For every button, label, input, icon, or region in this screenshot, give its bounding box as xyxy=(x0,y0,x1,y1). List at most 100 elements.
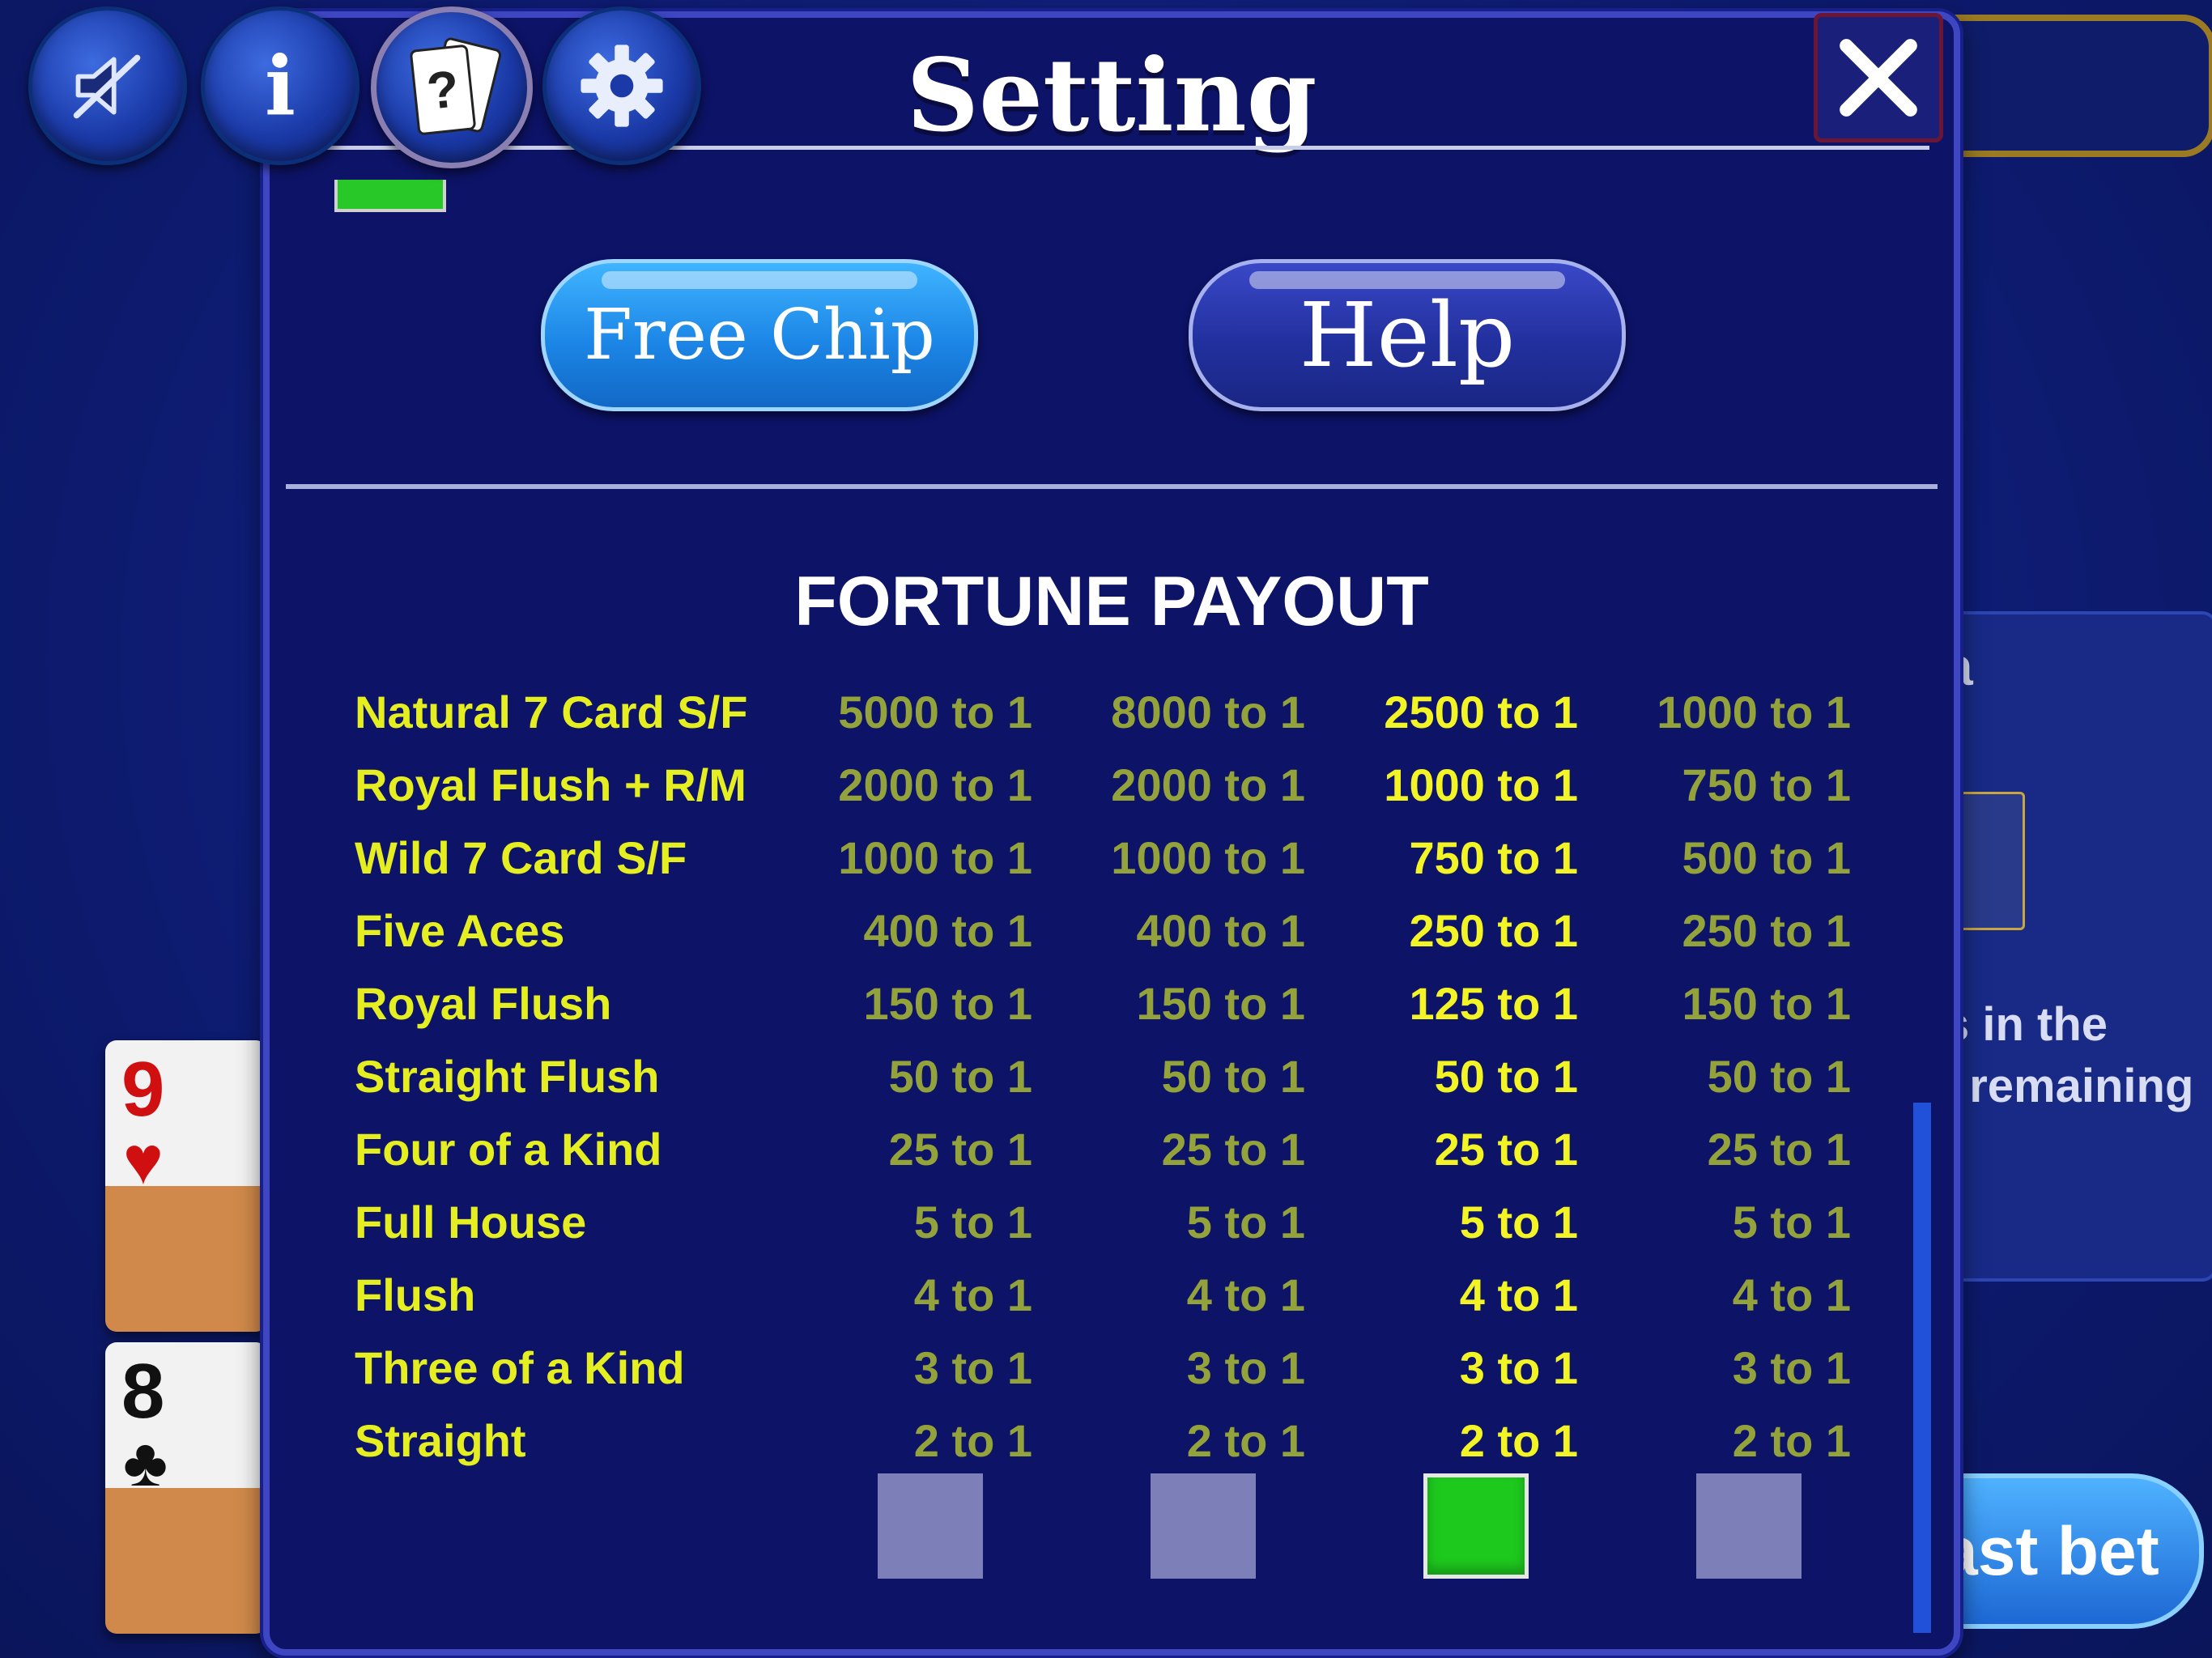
hand-name: Five Aces xyxy=(355,904,565,956)
payout-value: 2000 to 1 xyxy=(1111,759,1305,810)
table-row: Royal Flush 150 to 1 150 to 1 125 to 1 150 t… xyxy=(355,967,1851,1039)
settings-dialog: Setting Free Chip Help FORTUNE PAYOUT Na… xyxy=(263,11,1960,1656)
table-row: Natural 7 Card S/F 5000 to 1 8000 to 1 2500… xyxy=(355,675,1851,748)
close-button[interactable] xyxy=(1814,13,1943,142)
hand-name: Royal Flush + R/M xyxy=(355,759,747,810)
payout-value: 1000 to 1 xyxy=(1657,686,1851,738)
option-checkbox[interactable] xyxy=(334,180,446,212)
info-button[interactable]: i xyxy=(201,6,359,165)
payout-value: 400 to 1 xyxy=(863,904,1032,956)
payout-value: 5000 to 1 xyxy=(838,686,1032,738)
title-divider xyxy=(294,146,1929,150)
payout-value: 8000 to 1 xyxy=(1111,686,1305,738)
payout-value: 2 to 1 xyxy=(913,1414,1032,1466)
table-row: Straight 2 to 1 2 to 1 2 to 1 2 to 1 xyxy=(355,1404,1851,1477)
payout-value: 2 to 1 xyxy=(1186,1414,1305,1466)
table-row: Straight Flush 50 to 1 50 to 1 50 to 1 50 to… xyxy=(355,1039,1851,1112)
payout-value: 2 to 1 xyxy=(1459,1414,1578,1466)
payout-table: Natural 7 Card S/F 5000 to 1 8000 to 1 2500… xyxy=(355,675,1851,1477)
last-bet-label: ast bet xyxy=(1940,1513,2159,1589)
gear-icon xyxy=(581,45,663,127)
payout-value: 750 to 1 xyxy=(1682,759,1851,810)
club-suit-icon: ♣ xyxy=(123,1424,168,1500)
payout-title: FORTUNE PAYOUT xyxy=(794,563,1429,640)
payout-value: 3 to 1 xyxy=(913,1341,1032,1393)
side-panel-text: l remaining xyxy=(1943,1060,2194,1112)
mute-button[interactable] xyxy=(28,6,187,165)
payout-value: 5 to 1 xyxy=(1459,1196,1578,1248)
payout-value: 4 to 1 xyxy=(913,1269,1032,1320)
payout-value: 125 to 1 xyxy=(1409,977,1578,1029)
section-divider xyxy=(286,484,1938,489)
table-row: Flush 4 to 1 4 to 1 4 to 1 4 to 1 xyxy=(355,1258,1851,1331)
settings-button[interactable] xyxy=(542,6,701,165)
info-icon: i xyxy=(265,38,296,134)
payout-option-3-checkbox[interactable] xyxy=(1423,1473,1529,1579)
payout-value: 3 to 1 xyxy=(1186,1341,1305,1393)
payout-value: 150 to 1 xyxy=(1136,977,1305,1029)
table-row: Three of a Kind 3 to 1 3 to 1 3 to 1 3 to 1 xyxy=(355,1331,1851,1404)
hand-name: Four of a Kind xyxy=(355,1123,662,1175)
payout-value: 25 to 1 xyxy=(1434,1123,1578,1175)
payout-value: 5 to 1 xyxy=(1186,1196,1305,1248)
payout-value: 1000 to 1 xyxy=(1384,759,1578,810)
payout-value: 50 to 1 xyxy=(1707,1050,1851,1102)
payout-value: 2500 to 1 xyxy=(1384,686,1578,738)
table-row: Full House 5 to 1 5 to 1 5 to 1 5 to 1 xyxy=(355,1185,1851,1258)
hand-name: Straight xyxy=(355,1414,526,1466)
payout-value: 50 to 1 xyxy=(888,1050,1032,1102)
table-row: Five Aces 400 to 1 400 to 1 250 to 1 250 to … xyxy=(355,894,1851,967)
payout-value: 400 to 1 xyxy=(1136,904,1305,956)
payout-value: 1000 to 1 xyxy=(1111,831,1305,883)
table-row: Four of a Kind 25 to 1 25 to 1 25 to 1 25 to… xyxy=(355,1112,1851,1185)
payout-option-1-checkbox[interactable] xyxy=(878,1473,983,1579)
table-row: Royal Flush + R/M 2000 to 1 2000 to 1 1000 … xyxy=(355,748,1851,821)
help-label: Help xyxy=(1299,283,1516,387)
free-chip-label: Free Chip xyxy=(584,295,935,376)
hand-name: Natural 7 Card S/F xyxy=(355,686,748,738)
payout-value: 50 to 1 xyxy=(1161,1050,1305,1102)
payout-value: 500 to 1 xyxy=(1682,831,1851,883)
payout-value: 50 to 1 xyxy=(1434,1050,1578,1102)
payout-value: 25 to 1 xyxy=(1161,1123,1305,1175)
payout-value: 5 to 1 xyxy=(913,1196,1032,1248)
question-cards-icon: ? xyxy=(407,36,503,136)
free-chip-button[interactable]: Free Chip xyxy=(541,259,978,411)
payout-value: 750 to 1 xyxy=(1409,831,1578,883)
hand-name: Straight Flush xyxy=(355,1050,660,1102)
payout-value: 4 to 1 xyxy=(1732,1269,1851,1320)
speaker-muted-icon xyxy=(73,54,141,119)
hand-name: Wild 7 Card S/F xyxy=(355,831,687,883)
side-panel-text: s in the xyxy=(1943,998,2108,1051)
playing-card: 8 ♣ xyxy=(105,1342,267,1634)
table-row: Wild 7 Card S/F 1000 to 1 1000 to 1 750 to … xyxy=(355,821,1851,894)
payout-value: 25 to 1 xyxy=(1707,1123,1851,1175)
payout-value: 150 to 1 xyxy=(1682,977,1851,1029)
payout-value: 2 to 1 xyxy=(1732,1414,1851,1466)
heart-suit-icon: ♥ xyxy=(123,1122,164,1198)
question-glyph: ? xyxy=(423,59,462,121)
playing-card: 9 ♥ xyxy=(105,1040,267,1332)
payout-value: 2000 to 1 xyxy=(838,759,1032,810)
help-button[interactable]: Help xyxy=(1189,259,1626,411)
payout-value: 1000 to 1 xyxy=(838,831,1032,883)
close-icon xyxy=(1840,39,1917,117)
scrollbar[interactable] xyxy=(1913,1103,1931,1633)
payout-value: 250 to 1 xyxy=(1682,904,1851,956)
payout-value: 150 to 1 xyxy=(863,977,1032,1029)
payout-value: 250 to 1 xyxy=(1409,904,1578,956)
payout-value: 3 to 1 xyxy=(1732,1341,1851,1393)
payout-value: 5 to 1 xyxy=(1732,1196,1851,1248)
hand-name: Royal Flush xyxy=(355,977,612,1029)
hand-name: Flush xyxy=(355,1269,476,1320)
payout-value: 25 to 1 xyxy=(888,1123,1032,1175)
hand-name: Three of a Kind xyxy=(355,1341,685,1393)
payout-option-4-checkbox[interactable] xyxy=(1696,1473,1802,1579)
hand-name: Full House xyxy=(355,1196,587,1248)
payout-value: 4 to 1 xyxy=(1459,1269,1578,1320)
cards-help-button[interactable]: ? xyxy=(371,6,533,168)
payout-value: 3 to 1 xyxy=(1459,1341,1578,1393)
payout-value: 4 to 1 xyxy=(1186,1269,1305,1320)
side-info-panel xyxy=(1927,611,2212,1282)
payout-option-2-checkbox[interactable] xyxy=(1151,1473,1256,1579)
